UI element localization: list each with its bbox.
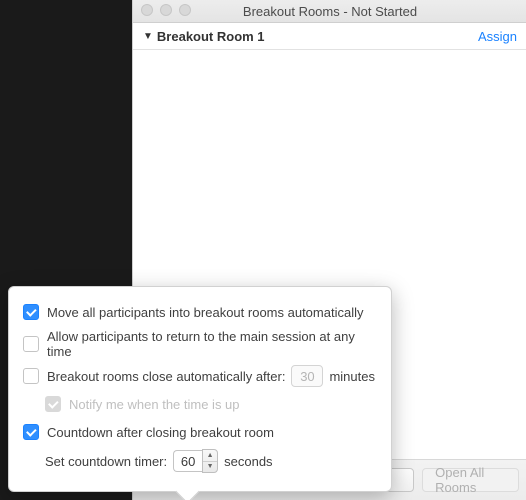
stepper-down-icon[interactable]: ▼ xyxy=(203,462,217,473)
window-controls xyxy=(141,4,191,16)
open-all-rooms-label: Open All Rooms xyxy=(435,465,506,495)
countdown-seconds-stepper[interactable]: 60 ▲ ▼ xyxy=(173,449,218,473)
stepper-up-icon[interactable]: ▲ xyxy=(203,450,217,462)
checkbox-allow-return[interactable] xyxy=(23,336,39,352)
checkbox-notify-disabled xyxy=(45,396,61,412)
option-countdown-timer-row: Set countdown timer: 60 ▲ ▼ seconds xyxy=(23,449,381,473)
minimize-window-button[interactable] xyxy=(160,4,172,16)
option-notify-time-up: Notify me when the time is up xyxy=(23,393,381,415)
checkbox-move-auto[interactable] xyxy=(23,304,39,320)
close-window-button[interactable] xyxy=(141,4,153,16)
option-countdown[interactable]: Countdown after closing breakout room xyxy=(23,421,381,443)
option-label-unit: seconds xyxy=(224,454,272,469)
option-label: Allow participants to return to the main… xyxy=(47,329,381,359)
stepper-value[interactable]: 60 xyxy=(173,450,202,472)
option-label: Move all participants into breakout room… xyxy=(47,305,363,320)
checkbox-auto-close[interactable] xyxy=(23,368,39,384)
stepper-buttons[interactable]: ▲ ▼ xyxy=(202,449,218,473)
option-label: Breakout rooms close automatically after… xyxy=(47,369,285,384)
option-label-unit: minutes xyxy=(329,369,375,384)
room-name-label: Breakout Room 1 xyxy=(157,29,265,44)
option-label: Set countdown timer: xyxy=(45,454,167,469)
open-all-rooms-button: Open All Rooms xyxy=(422,468,519,492)
option-auto-close[interactable]: Breakout rooms close automatically after… xyxy=(23,365,381,387)
checkbox-countdown[interactable] xyxy=(23,424,39,440)
option-allow-return[interactable]: Allow participants to return to the main… xyxy=(23,329,381,359)
room-row[interactable]: ▼ Breakout Room 1 Assign xyxy=(133,23,526,50)
minutes-input[interactable]: 30 xyxy=(291,365,323,387)
option-move-automatically[interactable]: Move all participants into breakout room… xyxy=(23,301,381,323)
disclosure-triangle-icon[interactable]: ▼ xyxy=(143,31,153,42)
option-label: Notify me when the time is up xyxy=(69,397,240,412)
zoom-window-button[interactable] xyxy=(179,4,191,16)
window-title: Breakout Rooms - Not Started xyxy=(243,4,417,19)
assign-link[interactable]: Assign xyxy=(478,29,517,44)
option-label: Countdown after closing breakout room xyxy=(47,425,274,440)
window-titlebar: Breakout Rooms - Not Started xyxy=(133,0,526,23)
options-popover: Move all participants into breakout room… xyxy=(8,286,392,492)
